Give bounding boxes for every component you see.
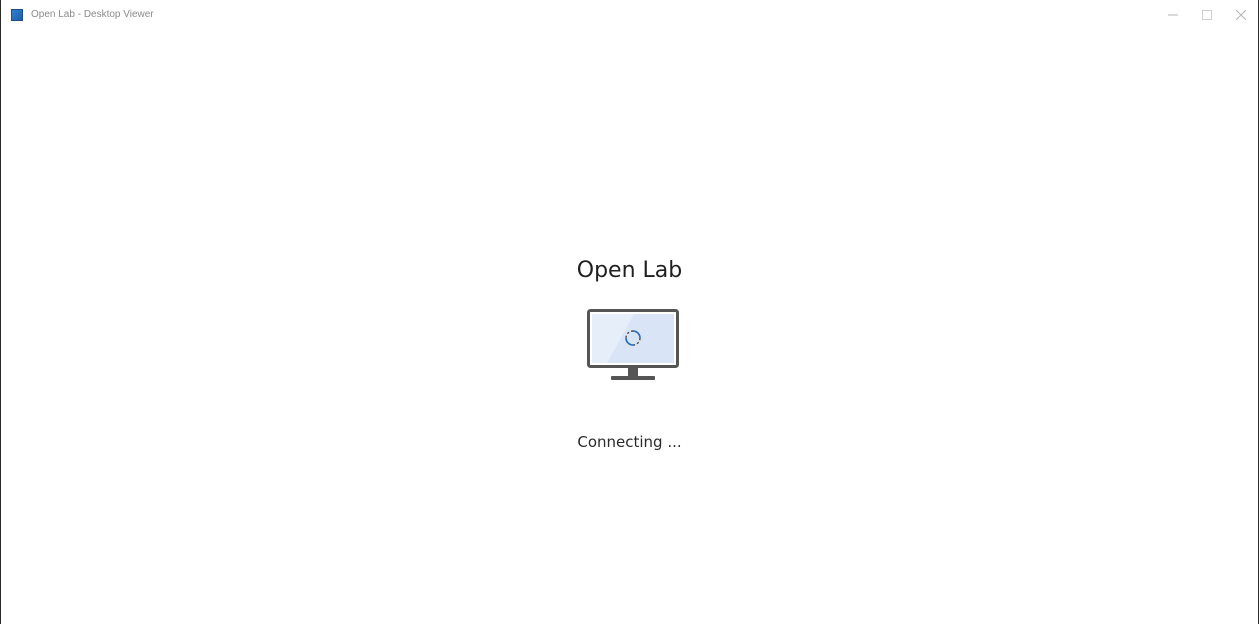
window-controls [1156,0,1258,30]
connection-status-text: Connecting ... [577,433,682,451]
window-title: Open Lab - Desktop Viewer [31,9,154,20]
maximize-icon [1202,10,1212,20]
minimize-button[interactable] [1156,0,1190,30]
close-button[interactable] [1224,0,1258,30]
minimize-icon [1168,10,1178,20]
monitor-loading-icon [587,309,679,385]
connection-screen: Open Lab Connecting ... [1,30,1258,624]
title-bar[interactable]: Open Lab - Desktop Viewer [1,0,1258,30]
app-icon [11,9,23,21]
app-name-heading: Open Lab [576,258,683,283]
close-icon [1236,10,1246,20]
desktop-viewer-window: Open Lab - Desktop Viewer Open Lab Conne… [0,0,1259,624]
maximize-button[interactable] [1190,0,1224,30]
